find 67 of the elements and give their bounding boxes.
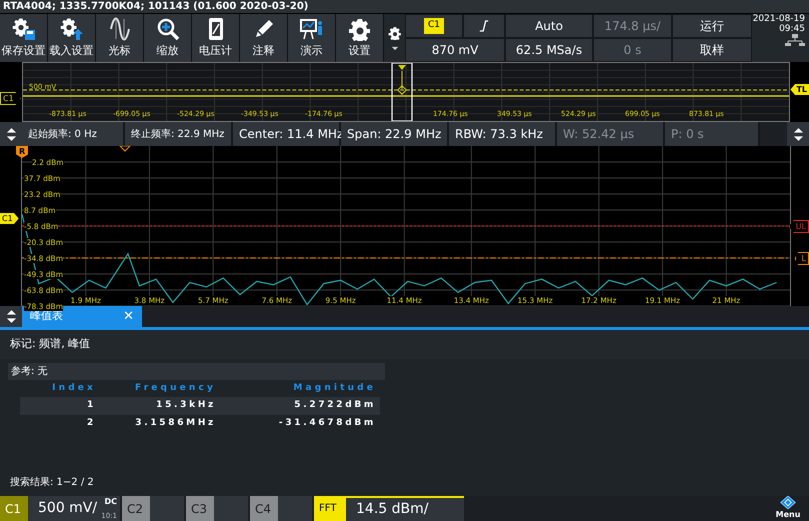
toolbar-button[interactable]: 演示 <box>288 14 336 62</box>
acquisition-setting[interactable]: 62.5 MSa/s <box>505 38 593 62</box>
device-info: RTA4004; 1335.7700K04; 101143 (01.600 2020-03-20) <box>0 0 809 14</box>
up-down-arrow-icon <box>792 128 804 140</box>
channel-button[interactable]: C3 <box>186 496 214 521</box>
trigger-window[interactable] <box>391 63 413 121</box>
channel-marker: C1 <box>0 213 19 224</box>
reference-info: 参考: 无 <box>8 362 385 380</box>
settings-icon <box>348 16 372 41</box>
marker-info: 标记: 频谱, 峰值 <box>0 330 809 358</box>
trigger-source-badge[interactable]: C1 <box>424 18 444 34</box>
gear-upload-icon <box>60 16 84 41</box>
frequency-setting[interactable]: 终止频率: 22.9 MHz <box>125 122 233 146</box>
limit-marker: UL <box>788 220 809 233</box>
scroll-arrows-button[interactable] <box>0 306 22 327</box>
channel-button[interactable]: C2 <box>122 496 150 521</box>
coupling-label: DC <box>104 496 117 508</box>
toolbar-button[interactable]: 载入设置 <box>48 14 96 62</box>
table-cell: 1 <box>20 397 100 414</box>
frequency-setting[interactable]: RBW: 73.3 kHz <box>449 122 557 146</box>
toolbar-button[interactable]: 注释 <box>240 14 288 62</box>
toolbar-button[interactable]: 电压计 <box>192 14 240 62</box>
search-result: 搜索结果: 1−2 / 2 <box>10 476 94 490</box>
acquisition-setting[interactable]: 取样 <box>672 38 752 62</box>
menu-icon <box>778 496 798 509</box>
presentation-icon <box>300 16 324 41</box>
up-down-arrow-icon <box>6 128 16 140</box>
reference-marker: R <box>16 146 28 158</box>
channel-button[interactable]: C4 <box>250 496 278 521</box>
limit-marker: L <box>794 252 809 265</box>
channel-scale: 500 mV/ <box>38 499 98 518</box>
table-cell-text: 2 <box>86 416 97 430</box>
frequency-setting[interactable]: Span: 22.9 MHz <box>341 122 449 146</box>
table-cell: 15.3kHz <box>100 397 220 414</box>
rising-edge-icon[interactable] <box>479 20 489 32</box>
caret-down-icon[interactable] <box>390 46 398 50</box>
scroll-arrows-button[interactable] <box>787 122 809 146</box>
trigger-level-marker: TL <box>790 84 809 95</box>
channel-scale: 14.5 dBm/ <box>356 500 428 519</box>
acquisition-setting[interactable]: 运行 <box>672 14 752 38</box>
column-header: Magnitude <box>292 382 377 394</box>
date-text: 2021-08-19 <box>752 14 805 24</box>
settings-icon[interactable] <box>388 26 402 40</box>
frequency-setting[interactable]: 起始频率: 0 Hz <box>22 122 125 146</box>
table-cell-text: 3.1586MHz <box>134 416 217 430</box>
channel-marker: C1 <box>0 92 21 105</box>
up-down-arrow-icon <box>6 310 16 323</box>
acquisition-setting[interactable]: 870 mV <box>405 38 505 62</box>
zoom-in-icon <box>156 16 180 41</box>
channel-panel[interactable]: 14.5 dBm/ <box>346 496 464 521</box>
table-cell-text: -31.4678dBm <box>278 416 377 430</box>
network-icon <box>785 34 805 46</box>
toolbar-button[interactable]: 缩放 <box>144 14 192 62</box>
time-text: 09:45 <box>779 24 805 34</box>
center-marker-icon <box>118 146 132 152</box>
sine-wave-icon <box>108 16 132 41</box>
table-cell: 5.2722dBm <box>220 397 380 414</box>
column-header: Frequency <box>134 382 217 394</box>
column-header: Index <box>51 382 97 394</box>
channel-button[interactable]: C1 <box>0 496 28 521</box>
scroll-arrows-button[interactable] <box>0 122 22 146</box>
toolbar-button[interactable]: 设置 <box>336 14 384 62</box>
gear-save-icon <box>12 16 36 41</box>
channel-button[interactable]: FFT <box>314 496 346 521</box>
acquisition-setting[interactable]: Auto <box>505 14 593 38</box>
toolbar-button[interactable]: 保存设置 <box>0 14 48 62</box>
toolbar-button[interactable]: 光标 <box>96 14 144 62</box>
